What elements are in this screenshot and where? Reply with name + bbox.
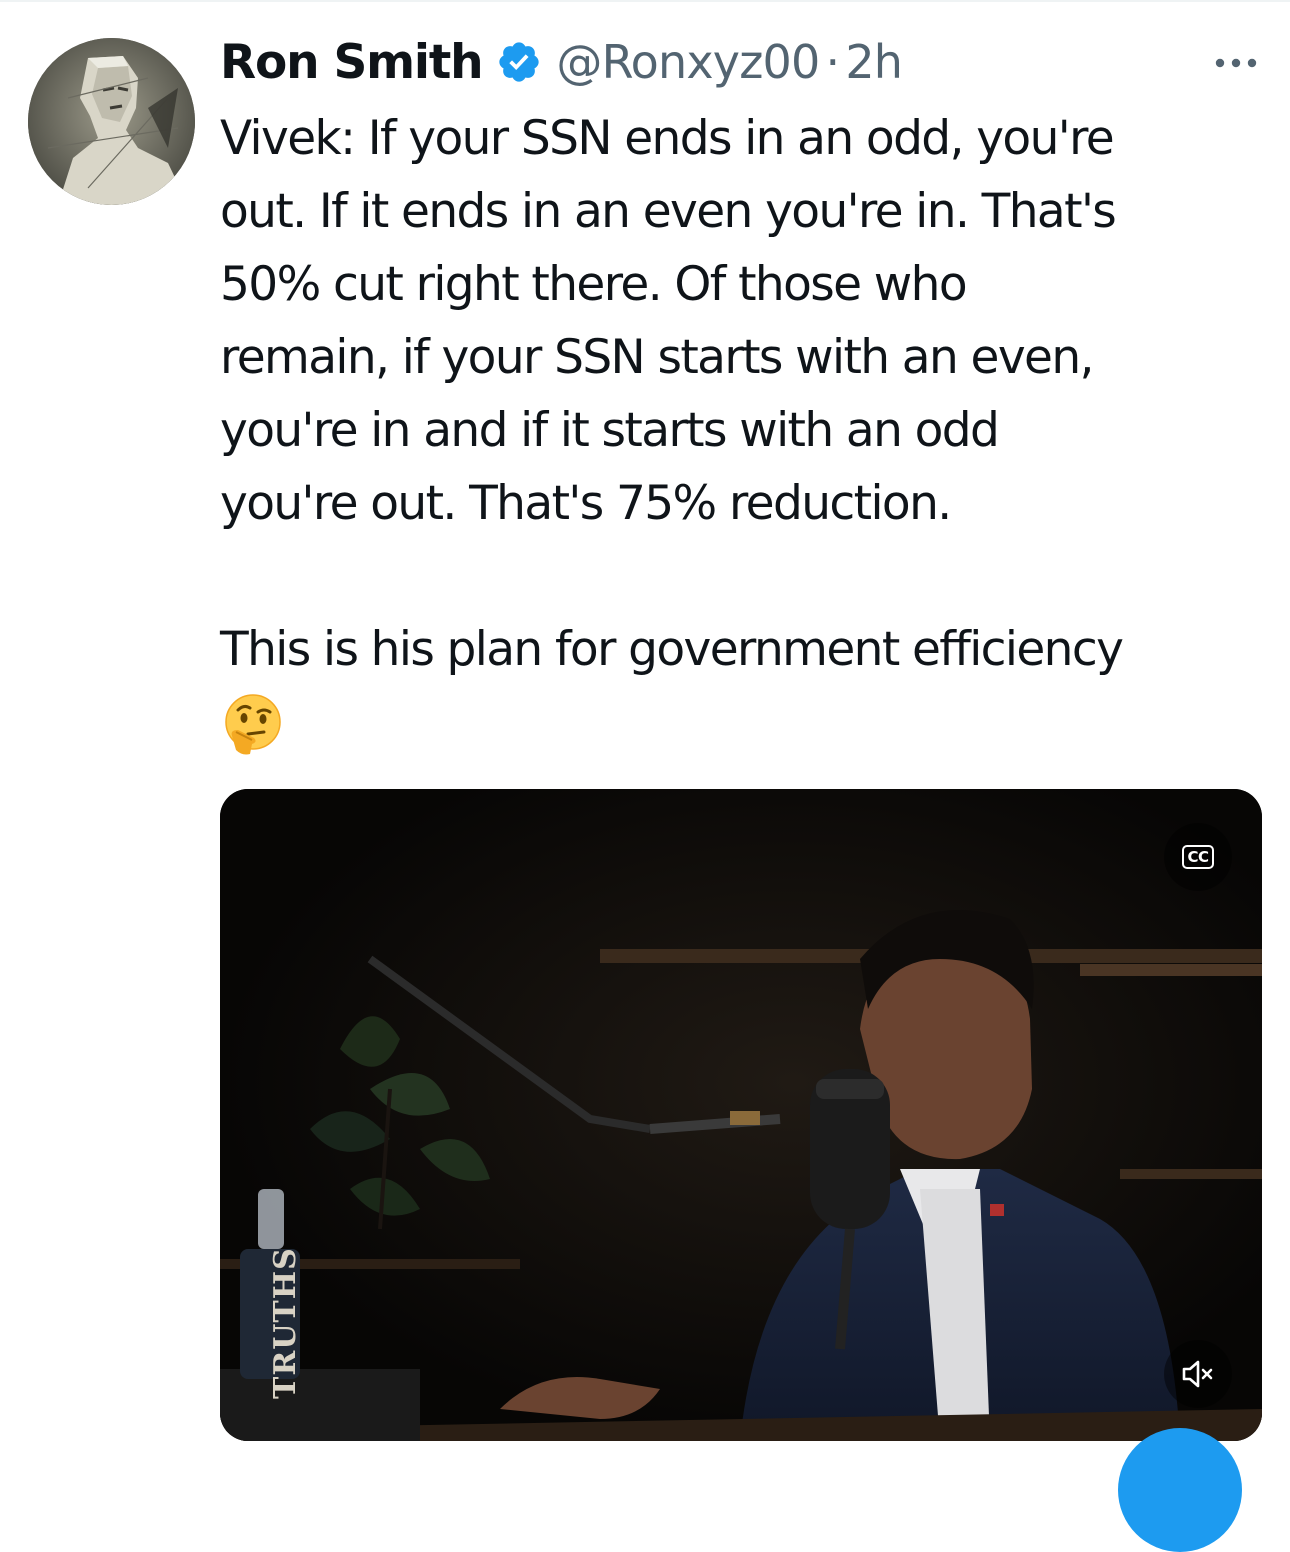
paragraph-break bbox=[220, 540, 1280, 613]
thinking-face-icon bbox=[225, 694, 281, 755]
compose-button[interactable] bbox=[1118, 1428, 1242, 1552]
tweet-text-line: out. If it ends in an even you're in. Th… bbox=[220, 184, 1117, 239]
tweet-text-line: you're out. That's 75% reduction. bbox=[220, 476, 952, 531]
tweet-header: Ron Smith @Ronxyz00 · 2h bbox=[220, 26, 903, 98]
tweet-timestamp[interactable]: 2h bbox=[845, 35, 903, 89]
avatar-illustration bbox=[28, 38, 195, 205]
tweet-text-line: remain, if your SSN starts with an even, bbox=[220, 330, 1095, 385]
closed-captions-button[interactable]: CC bbox=[1164, 823, 1232, 891]
tweet-text-line: Vivek: If your SSN ends in an odd, you'r… bbox=[220, 111, 1115, 166]
tweet-text-line: 50% cut right there. Of those who bbox=[220, 257, 968, 312]
author-avatar[interactable] bbox=[28, 38, 195, 205]
closed-captions-icon: CC bbox=[1182, 845, 1214, 869]
volume-muted-icon bbox=[1182, 1360, 1213, 1388]
verified-badge-icon bbox=[499, 42, 540, 82]
video-player[interactable]: TRUTHS CC bbox=[220, 789, 1262, 1441]
top-divider bbox=[0, 0, 1290, 2]
tweet-text: Vivek: If your SSN ends in an odd, you'r… bbox=[220, 102, 1280, 758]
more-icon[interactable] bbox=[1208, 46, 1264, 80]
mute-button[interactable] bbox=[1164, 1340, 1232, 1408]
book-title: TRUTHS bbox=[268, 1247, 303, 1399]
author-name[interactable]: Ron Smith bbox=[220, 35, 484, 90]
video-frame bbox=[220, 789, 1262, 1441]
separator-dot: · bbox=[825, 35, 841, 89]
author-handle[interactable]: @Ronxyz00 bbox=[556, 35, 820, 89]
tweet-text-line: you're in and if it starts with an odd bbox=[220, 403, 1000, 458]
tweet-text-line: This is his plan for government efficien… bbox=[220, 622, 1124, 677]
